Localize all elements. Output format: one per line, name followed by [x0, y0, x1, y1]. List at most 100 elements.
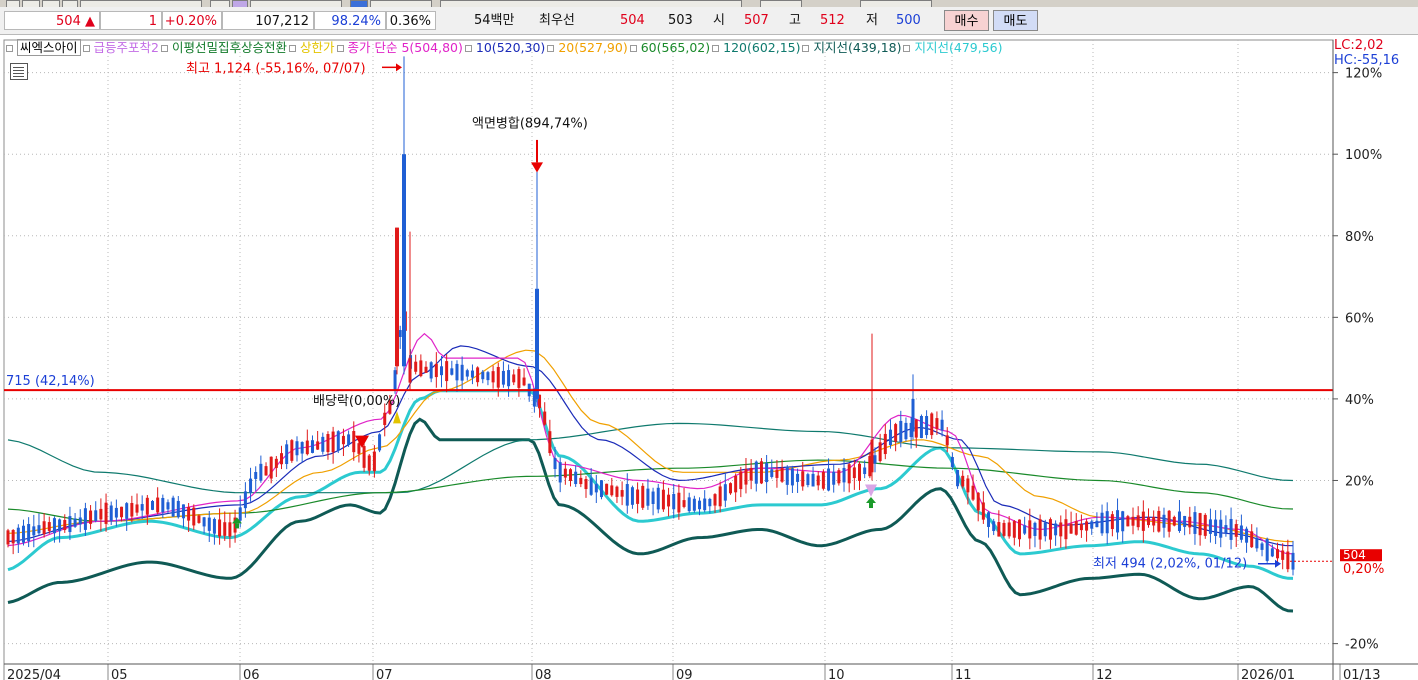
- candle-body: [858, 463, 862, 481]
- candle-body: [1069, 523, 1073, 534]
- candle-body: [1152, 516, 1156, 526]
- legend-swatch-icon[interactable]: [464, 44, 472, 52]
- legend-item[interactable]: 60(565,02): [641, 40, 710, 55]
- legend-item[interactable]: 씨엑스아이: [17, 39, 81, 56]
- candle-body: [677, 492, 681, 513]
- candle-body: [150, 501, 154, 510]
- candle-body: [135, 504, 139, 513]
- y-tick-label: 60%: [1345, 311, 1374, 326]
- legend-item[interactable]: 지지선(439,18): [813, 40, 901, 55]
- candle-body: [1147, 517, 1151, 526]
- legend-item[interactable]: 급등주포착2: [94, 40, 159, 55]
- legend-item[interactable]: 이평선밀집후상승전환: [172, 40, 287, 55]
- candle-body: [894, 424, 898, 442]
- candle-body: [491, 371, 495, 383]
- legend-item[interactable]: 상한가: [300, 40, 335, 55]
- candle-body: [321, 436, 325, 452]
- candle-body: [919, 416, 923, 439]
- candle-body: [1157, 510, 1161, 532]
- candle-body: [1270, 548, 1274, 557]
- candle-body: [1121, 511, 1125, 532]
- candle-body: [641, 485, 645, 508]
- candle-body: [63, 520, 67, 531]
- candle-body: [372, 451, 376, 472]
- hc-value: HC:-55,16: [1334, 53, 1400, 68]
- legend-swatch-icon[interactable]: [712, 44, 720, 52]
- candle-body: [574, 471, 578, 485]
- candle-body: [1116, 510, 1120, 533]
- candle-body: [837, 470, 841, 484]
- candle-body: [821, 471, 825, 489]
- legend-swatch-icon[interactable]: [160, 44, 168, 52]
- legend-swatch-icon[interactable]: [802, 44, 810, 52]
- legend-swatch-icon[interactable]: [6, 44, 13, 52]
- candle-body: [341, 435, 345, 445]
- candle-body: [1090, 521, 1094, 529]
- candle-body: [914, 419, 918, 438]
- candle-body: [744, 469, 748, 485]
- legend-item[interactable]: 10(520,30): [476, 40, 545, 55]
- candle-body: [883, 433, 887, 455]
- candle-body: [656, 487, 660, 510]
- candle-body: [434, 363, 438, 378]
- candle-body: [414, 361, 418, 372]
- candle-body: [517, 369, 521, 388]
- candle-body: [827, 468, 831, 491]
- x-tick-label: 10: [828, 668, 845, 680]
- candle-body: [212, 518, 216, 534]
- candle-body: [904, 422, 908, 440]
- candle-body: [357, 443, 361, 454]
- candle-body: [1110, 514, 1114, 530]
- legend-item[interactable]: 종가 단순 5(504,80): [348, 40, 463, 55]
- candle-body: [393, 370, 397, 391]
- candle-body: [285, 444, 289, 465]
- candle-body: [264, 466, 268, 476]
- legend-swatch-icon[interactable]: [903, 44, 911, 52]
- legend-item[interactable]: 20(527,90): [558, 40, 627, 55]
- candle-body: [1193, 512, 1197, 534]
- candle-body: [888, 429, 892, 446]
- legend-item[interactable]: 지지선(479,56): [914, 40, 1002, 55]
- legend-item[interactable]: 120(602,15): [723, 40, 800, 55]
- legend-swatch-icon[interactable]: [547, 44, 555, 52]
- indicator-legend: 씨엑스아이 급등주포착2 이평선밀집후상승전환 상한가 종가 단순 5(504,80) 1…: [4, 37, 1002, 57]
- candle-body: [966, 478, 970, 493]
- candle-body: [6, 530, 10, 545]
- x-tick-label: 2025/04: [7, 668, 61, 680]
- candle-body: [280, 453, 284, 465]
- y-tick-label: 80%: [1345, 230, 1374, 245]
- candle-body: [770, 469, 774, 477]
- candle-body: [987, 512, 991, 527]
- legend-swatch-icon[interactable]: [288, 44, 296, 52]
- price-chart[interactable]: 120% 100% 80% 60% 40% 20% -20% 2025/04 05 06 07 08 0…: [0, 0, 1418, 680]
- candle-body: [161, 497, 165, 513]
- buy-signal-icon: [869, 503, 873, 509]
- candle-body: [925, 415, 929, 436]
- candle-body: [548, 431, 552, 454]
- candle-body: [543, 411, 547, 425]
- legend-swatch-icon[interactable]: [629, 44, 637, 52]
- candle-body: [579, 477, 583, 485]
- candle-body: [228, 522, 232, 537]
- candle-body: [1250, 531, 1254, 548]
- candle-body: [1079, 523, 1083, 531]
- candle-body: [708, 498, 712, 507]
- candle-body: [176, 500, 180, 518]
- candle-body: [99, 508, 103, 520]
- candle-body: [1255, 537, 1259, 549]
- candle-body: [1059, 522, 1063, 537]
- legend-swatch-icon[interactable]: [336, 44, 344, 52]
- candle-body: [569, 469, 573, 481]
- candle-body: [911, 398, 915, 432]
- candle-body: [130, 503, 134, 517]
- candle-body: [692, 498, 696, 511]
- y-tick-label: -20%: [1345, 638, 1379, 653]
- candle-body: [140, 504, 144, 511]
- calendar-icon[interactable]: [10, 63, 28, 80]
- candle-body: [1017, 519, 1021, 540]
- candle-body: [316, 441, 320, 450]
- candle-body: [1126, 516, 1130, 527]
- legend-swatch-icon[interactable]: [82, 44, 90, 52]
- candle-body: [630, 487, 634, 505]
- candle-body: [749, 467, 753, 481]
